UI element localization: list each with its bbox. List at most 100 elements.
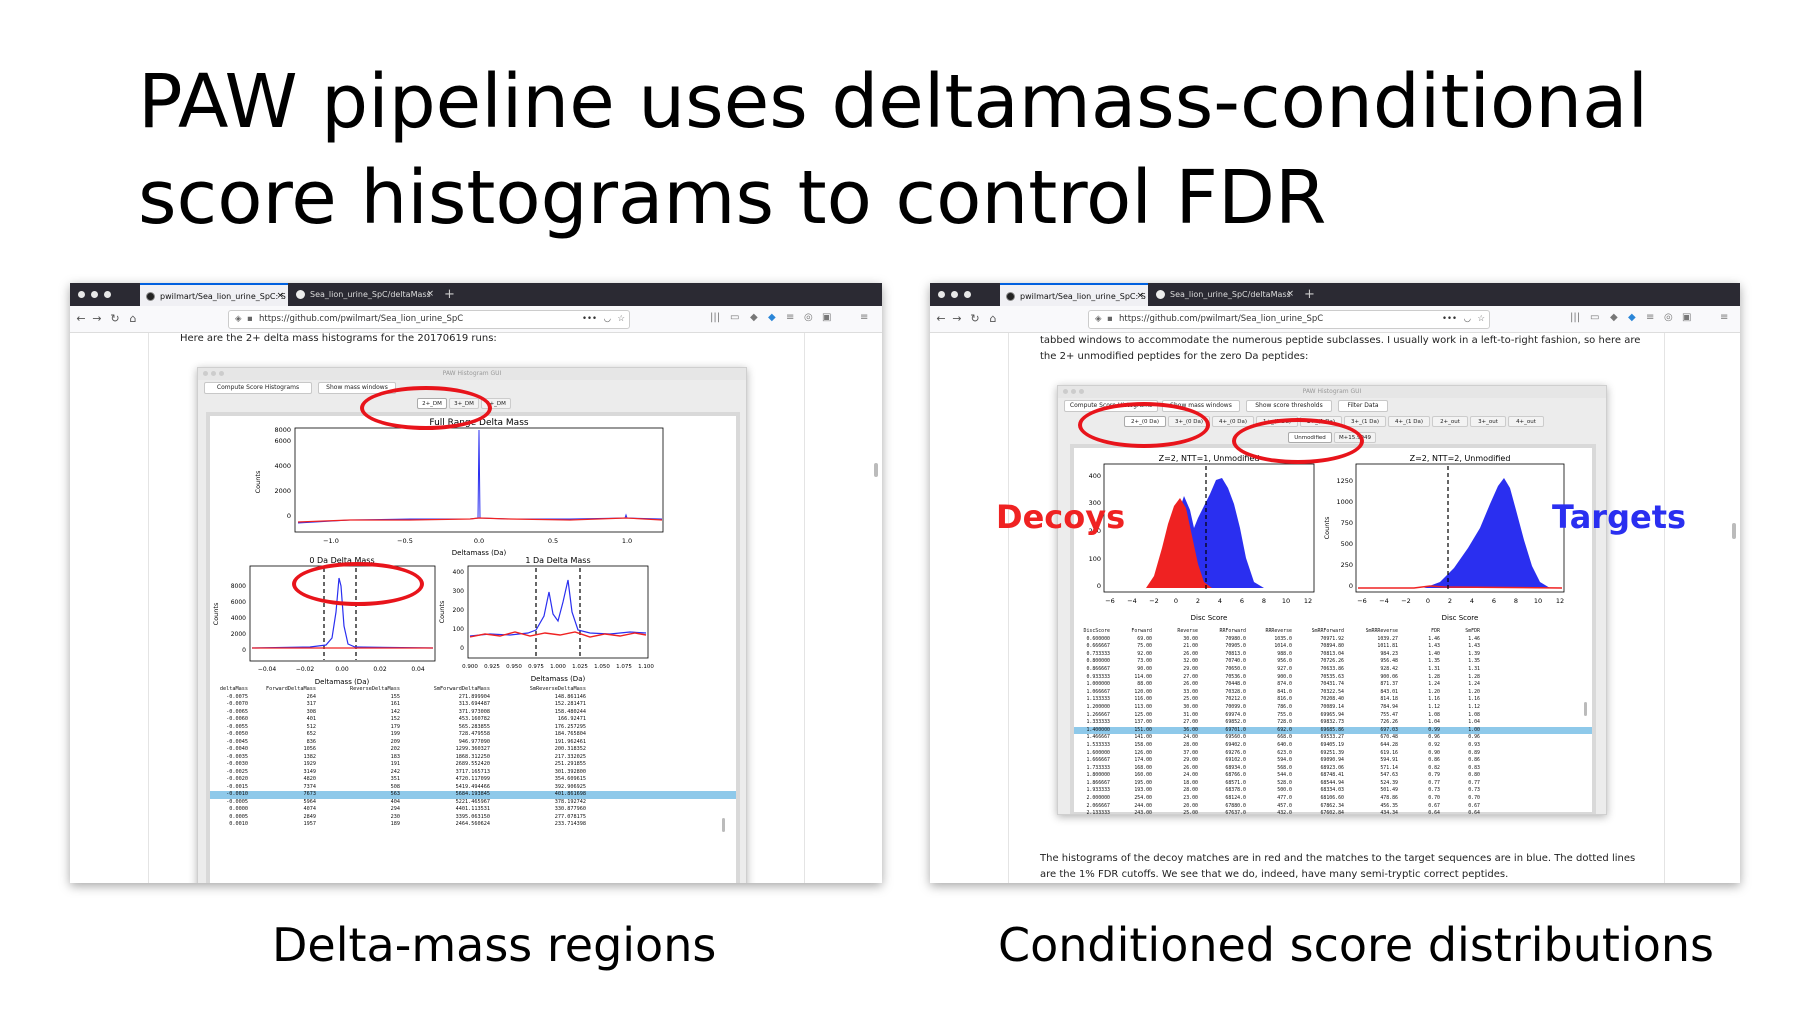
new-tab-icon[interactable]: + xyxy=(444,283,455,306)
table-row[interactable]: 0.0010 1957 189 2464.560624 233.714398 xyxy=(210,821,736,829)
window-close-dot[interactable] xyxy=(78,291,85,298)
table-row[interactable]: 0.933333 114.00 27.00 70536.0 900.0 70535.63 9… xyxy=(1074,674,1592,682)
filter-data-button[interactable]: Filter Data xyxy=(1338,400,1388,412)
column-header[interactable]: SmReverseDeltaMass xyxy=(500,686,586,692)
column-header[interactable]: ForwardDeltaMass xyxy=(250,686,316,692)
table-row[interactable]: 1.866667 195.00 18.00 68571.0 528.0 68544.94 5… xyxy=(1074,780,1592,788)
forward-icon[interactable]: → xyxy=(90,312,104,325)
gui-close-dot[interactable] xyxy=(1063,389,1068,394)
reader-icon[interactable]: ≡ xyxy=(786,312,794,323)
menu-icon[interactable]: ≡ xyxy=(860,312,868,323)
home-icon[interactable]: ⌂ xyxy=(126,312,140,325)
table-row[interactable]: 2.000000 254.00 23.00 68124.0 477.0 68106.60 4… xyxy=(1074,795,1592,803)
pocket-icon[interactable]: ◡ xyxy=(604,311,611,328)
table-row[interactable]: -0.0055 512 179 565.283855 176.257295 xyxy=(210,724,736,732)
page-actions-icon[interactable]: ••• xyxy=(1442,311,1457,328)
table-row[interactable]: 1.800000 160.00 24.00 68766.0 544.0 68748.41 5… xyxy=(1074,772,1592,780)
reader-icon[interactable]: ≡ xyxy=(1646,312,1654,323)
column-header[interactable]: deltaMass xyxy=(210,686,248,692)
table-row[interactable]: 1.466667 141.00 24.00 69560.0 668.0 69533.27 6… xyxy=(1074,734,1592,742)
table-row[interactable]: 0.0005 2849 230 3395.063150 277.078175 xyxy=(210,814,736,822)
screenshot-icon[interactable]: ▣ xyxy=(822,312,831,323)
gui-close-dot[interactable] xyxy=(203,371,208,376)
window-zoom-dot[interactable] xyxy=(104,291,111,298)
browser-tab-repo[interactable]: pwilmart/Sea_lion_urine_SpC: S × xyxy=(140,283,288,306)
column-header[interactable]: RRForward xyxy=(1202,628,1247,634)
forward-icon[interactable]: → xyxy=(950,312,964,325)
column-header[interactable]: SmForwardDeltaMass xyxy=(410,686,490,692)
column-header[interactable]: Forward xyxy=(1114,628,1152,634)
tab-4plus-out[interactable]: 4+_out xyxy=(1508,416,1544,427)
table-row[interactable]: -0.0065 308 142 371.973008 158.480244 xyxy=(210,709,736,717)
table-row[interactable]: 1.066667 120.00 33.00 70328.0 841.0 70322.54 8… xyxy=(1074,689,1592,697)
table-row[interactable]: 1.533333 158.00 28.00 69402.0 640.0 69405.19 6… xyxy=(1074,742,1592,750)
table-row[interactable]: 1.400000 151.00 36.00 69701.0 692.0 69685.86 6… xyxy=(1074,726,1592,735)
close-tab-icon[interactable]: × xyxy=(1286,283,1294,306)
home-icon[interactable]: ⌂ xyxy=(986,312,1000,325)
address-bar[interactable]: ◈ ▪ https://github.com/pwilmart/Sea_lion… xyxy=(1088,310,1490,329)
table-row[interactable]: 2.133333 243.00 25.00 67637.0 432.0 67602.84 4… xyxy=(1074,810,1592,814)
close-tab-icon[interactable]: × xyxy=(426,283,434,306)
page-scrollbar[interactable] xyxy=(874,463,878,477)
sync-icon[interactable]: ◆ xyxy=(1628,312,1636,323)
table-row[interactable]: -0.0015 7374 508 5419.494466 392.906925 xyxy=(210,784,736,792)
window-minimize-dot[interactable] xyxy=(91,291,98,298)
table-scrollbar[interactable] xyxy=(722,818,725,832)
column-header[interactable]: FDR xyxy=(1404,628,1440,634)
table-row[interactable]: -0.0030 1929 191 2689.552420 251.291855 xyxy=(210,761,736,769)
table-row[interactable]: 0.800000 73.00 32.00 70740.0 956.0 70726.26 95… xyxy=(1074,658,1592,666)
table-scrollbar[interactable] xyxy=(1584,702,1587,716)
pocket-icon[interactable]: ◡ xyxy=(1464,311,1471,328)
column-header[interactable]: SmRRReverse xyxy=(1350,628,1398,634)
page-actions-icon[interactable]: ••• xyxy=(582,311,597,328)
column-header[interactable]: RRReverse xyxy=(1252,628,1293,634)
table-row[interactable]: -0.0040 1056 202 1299.360327 200.318352 xyxy=(210,746,736,754)
sidebar-icon[interactable]: ▭ xyxy=(730,312,739,323)
table-row[interactable]: -0.0075 264 155 271.899904 148.861146 xyxy=(210,694,736,702)
sync-icon[interactable]: ◆ xyxy=(768,312,776,323)
table-row[interactable]: 1.266667 125.00 31.00 69974.0 755.0 69965.94 7… xyxy=(1074,712,1592,720)
column-header[interactable]: ReverseDeltaMass xyxy=(330,686,400,692)
extension-icon[interactable]: ◆ xyxy=(750,312,758,323)
table-row[interactable]: -0.0070 317 161 313.694487 152.281471 xyxy=(210,701,736,709)
reload-icon[interactable]: ↻ xyxy=(108,312,122,325)
browser-tab-deltamass[interactable]: Sea_lion_urine_SpC/deltaMass × xyxy=(290,283,438,306)
browser-tab-deltamass[interactable]: Sea_lion_urine_SpC/deltaMass × xyxy=(1150,283,1298,306)
column-header[interactable]: SmFDR xyxy=(1446,628,1480,634)
sidebar-icon[interactable]: ▭ xyxy=(1590,312,1599,323)
table-row[interactable]: 0.733333 92.00 26.00 70813.0 988.0 70813.04 98… xyxy=(1074,651,1592,659)
menu-icon[interactable]: ≡ xyxy=(1720,312,1728,323)
tab-2plus-out[interactable]: 2+_out xyxy=(1432,416,1468,427)
table-row[interactable]: -0.0050 652 199 728.479558 184.765804 xyxy=(210,731,736,739)
bookmark-star-icon[interactable]: ☆ xyxy=(1477,311,1485,328)
table-row[interactable]: -0.0045 836 209 946.977090 191.962461 xyxy=(210,739,736,747)
window-close-dot[interactable] xyxy=(938,291,945,298)
tab-3plus-out[interactable]: 3+_out xyxy=(1470,416,1506,427)
reload-icon[interactable]: ↻ xyxy=(968,312,982,325)
table-row[interactable]: 0.866667 90.00 29.00 70650.0 927.0 70633.86 92… xyxy=(1074,666,1592,674)
table-row[interactable]: 1.666667 174.00 29.00 69102.0 594.0 69090.94 5… xyxy=(1074,757,1592,765)
table-row[interactable]: -0.0035 1382 183 1868.312250 217.332025 xyxy=(210,754,736,762)
window-zoom-dot[interactable] xyxy=(964,291,971,298)
back-icon[interactable]: ← xyxy=(934,312,948,325)
table-row[interactable]: -0.0005 5964 404 5221.465967 378.192742 xyxy=(210,799,736,807)
table-row[interactable]: 0.600000 69.00 30.00 70980.0 1035.0 70971.92 1… xyxy=(1074,636,1592,644)
table-row[interactable]: 1.200000 113.00 30.00 70099.0 786.0 70089.14 7… xyxy=(1074,704,1592,712)
table-row[interactable]: 1.000000 88.00 26.00 70448.0 874.0 70431.74 87… xyxy=(1074,681,1592,689)
tab-3plus-1da[interactable]: 3+_(1 Da) xyxy=(1344,416,1386,427)
table-row[interactable]: 0.0000 4074 294 4401.113531 330.877960 xyxy=(210,806,736,814)
column-header[interactable]: SmRRForward xyxy=(1298,628,1344,634)
addon-icon[interactable]: ◎ xyxy=(804,312,813,323)
gui-minimize-dot[interactable] xyxy=(211,371,216,376)
table-row[interactable]: 0.666667 75.00 21.00 70905.0 1014.0 70894.80 1… xyxy=(1074,643,1592,651)
screenshot-icon[interactable]: ▣ xyxy=(1682,312,1691,323)
table-row[interactable]: -0.0060 401 152 453.160782 166.92471 xyxy=(210,716,736,724)
address-bar[interactable]: ◈ ▪ https://github.com/pwilmart/Sea_lion… xyxy=(228,310,630,329)
column-header[interactable]: Reverse xyxy=(1158,628,1198,634)
table-row[interactable]: -0.0020 4820 351 4720.117099 354.609615 xyxy=(210,776,736,784)
gui-zoom-dot[interactable] xyxy=(219,371,224,376)
table-row[interactable]: 2.066667 244.00 20.00 67880.0 457.0 67862.34 4… xyxy=(1074,803,1592,811)
window-minimize-dot[interactable] xyxy=(951,291,958,298)
table-row[interactable]: -0.0010 7673 563 5684.193845 401.861698 xyxy=(210,791,736,799)
new-tab-icon[interactable]: + xyxy=(1304,283,1315,306)
